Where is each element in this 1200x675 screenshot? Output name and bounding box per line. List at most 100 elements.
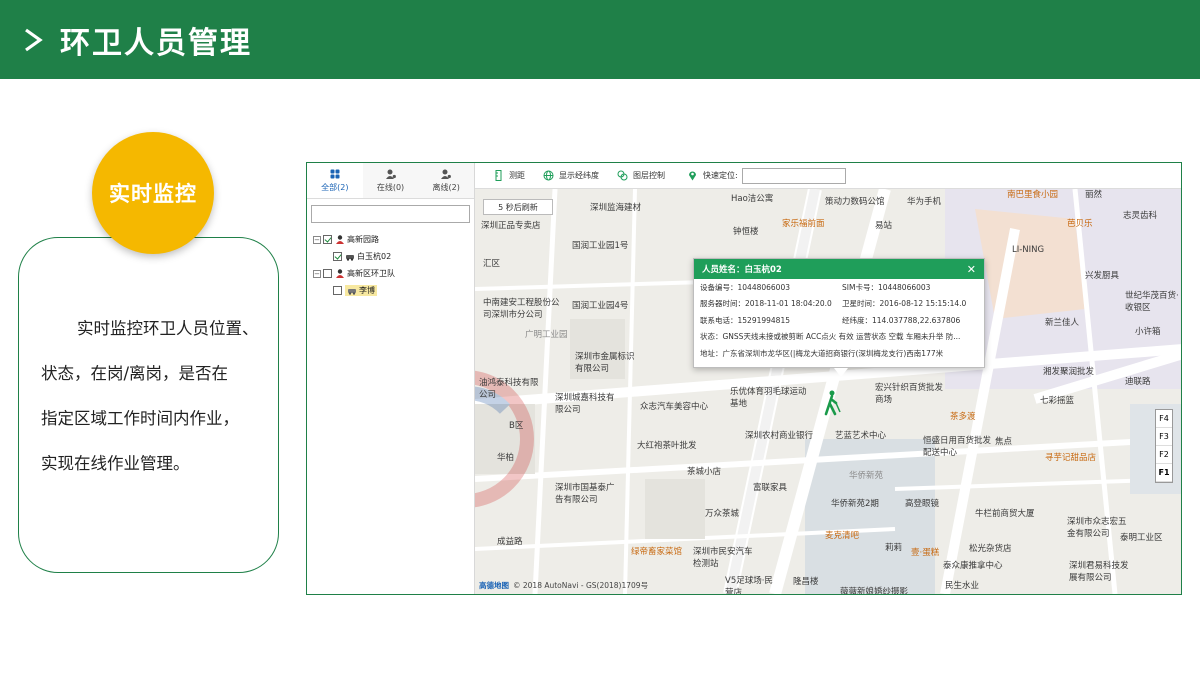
description-line: 状态，在岗/离岗，是否在 <box>41 364 229 383</box>
map-poi: 策动力数码公馆 <box>825 197 885 207</box>
map-poi: 牛栏前商贸大厦 <box>975 509 1035 519</box>
collapse-icon[interactable]: − <box>313 235 321 244</box>
popup-field: 设备编号：10448066003 <box>700 282 790 292</box>
personnel-tree-panel: 全部(2) 在线(0) 离线(2) − 高新园路 白玉杭02 − 高新区环卫队 … <box>307 163 475 594</box>
description-card: 实时监控环卫人员位置、 状态，在岗/离岗，是否在 指定区域工作时间内作业， 实现… <box>18 237 279 573</box>
floor-button[interactable]: F4 <box>1156 410 1172 428</box>
map-poi: 易站 <box>875 221 893 231</box>
map-poi: 深圳市民安汽车检测站 <box>693 547 753 569</box>
tree-checkbox[interactable] <box>333 286 342 295</box>
map-poi: 大红袍茶叶批发 <box>637 441 697 451</box>
popup-row: 设备编号：10448066003 SIM卡号：10448066003 <box>694 279 984 296</box>
tree-node[interactable]: 白玉杭02 <box>307 248 474 265</box>
tree-node-label: 高新区环卫队 <box>347 269 395 278</box>
chevron-right-icon <box>25 28 43 51</box>
page-title: 环卫人员管理 <box>60 25 252 61</box>
popup-row: 服务器时间：2018-11-01 18:04:20.0 卫星时间：2016-08… <box>694 296 984 313</box>
tab-all[interactable]: 全部(2) <box>307 163 363 198</box>
map-poi: 恒盛日用百货批发配送中心 <box>923 436 992 458</box>
tab-online[interactable]: 在线(0) <box>363 163 419 198</box>
map-poi: 深圳君易科技发展有限公司 <box>1069 561 1129 583</box>
tree-search-input[interactable] <box>311 205 470 223</box>
tree-checkbox[interactable] <box>333 252 342 261</box>
globe-icon <box>543 170 554 181</box>
latlng-label: 显示经纬度 <box>559 171 599 180</box>
tree-checkbox[interactable] <box>323 269 332 278</box>
map-view[interactable]: 5 秒后刷新 Hao洁公寓 策动力数码公馆 华为手机 南巴里食小园 丽然 深圳正… <box>475 189 1181 594</box>
popup-field: 地址：广东省深圳市龙华区(|梅龙大道招商银行(深圳梅龙支行)西南177米 <box>700 348 944 358</box>
map-poi: 丽然 <box>1085 190 1103 200</box>
map-poi: 隆昌楼 <box>793 577 819 587</box>
map-poi: 迪联路 <box>1125 377 1151 387</box>
map-poi: 华柏 <box>497 453 515 463</box>
tree-node[interactable]: 李博 <box>307 282 474 299</box>
map-poi: 汇区 <box>483 259 501 269</box>
tab-offline[interactable]: 离线(2) <box>418 163 474 198</box>
map-poi: 松光杂货店 <box>969 544 1012 554</box>
person-icon <box>336 269 344 278</box>
map-poi: 世纪华茂百货·收银区 <box>1125 291 1179 313</box>
measure-tool[interactable]: 测距 <box>493 170 525 181</box>
map-poi: 艺蓝艺术中心 <box>835 431 887 441</box>
map-poi: 家乐福前面 <box>782 219 825 229</box>
description-line: 指定区域工作时间内作业， <box>41 409 239 428</box>
description-line: 实时监控环卫人员位置、 <box>77 319 259 338</box>
amap-logo: 高德地图 <box>479 581 509 590</box>
layer-tool[interactable]: 图层控制 <box>617 170 665 181</box>
slide-header: 环卫人员管理 <box>0 0 1200 79</box>
popup-row: 联系电话：15291994815 经纬度：114.037788,22.63780… <box>694 312 984 329</box>
floor-button[interactable]: F1 <box>1156 464 1172 482</box>
tree-node[interactable]: − 高新区环卫队 <box>307 265 474 282</box>
status-tabs: 全部(2) 在线(0) 离线(2) <box>307 163 474 199</box>
quick-locate-input[interactable] <box>741 167 846 184</box>
map-copyright: 高德地图 © 2018 AutoNavi - GS(2018)1709号 <box>479 580 648 591</box>
map-poi: 湘发聚润批发 <box>1043 367 1095 377</box>
worker-marker-icon[interactable] <box>823 390 843 416</box>
map-poi: 七彩摇篮 <box>1040 396 1075 406</box>
description-text: 实时监控环卫人员位置、 状态，在岗/离岗，是否在 指定区域工作时间内作业， 实现… <box>41 306 271 486</box>
collapse-icon[interactable]: − <box>313 269 321 278</box>
map-toolbar: 测距 显示经纬度 图层控制 快速定位: <box>475 163 1181 189</box>
auto-refresh-button[interactable]: 5 秒后刷新 <box>483 199 553 215</box>
map-poi: 焦点 <box>995 437 1013 447</box>
map-poi: 油鸿泰科技有限公司 <box>479 378 539 400</box>
tree-node-label: 李博 <box>345 285 377 296</box>
map-poi: 深圳监海建材 <box>590 203 642 213</box>
popup-field: 联系电话：15291994815 <box>700 315 790 325</box>
floor-button[interactable]: F2 <box>1156 446 1172 464</box>
map-poi: 泰众康推拿中心 <box>943 561 1003 571</box>
measure-label: 测距 <box>509 171 525 180</box>
map-poi: 新兰佳人 <box>1045 318 1080 328</box>
map-poi: 国润工业园1号 <box>572 241 629 251</box>
tree-checkbox[interactable] <box>323 235 332 244</box>
vehicle-icon <box>346 255 354 261</box>
person-offline-icon <box>441 169 452 179</box>
map-poi: Hao洁公寓 <box>731 194 774 204</box>
map-poi: 中南建安工程股份公司深圳市分公司 <box>483 298 560 320</box>
tab-label: 全部(2) <box>321 182 349 192</box>
floor-button[interactable]: F3 <box>1156 428 1172 446</box>
map-poi: V5足球场·民营店 <box>725 576 773 594</box>
popup-title: 人员姓名：白玉杭02 <box>702 265 782 275</box>
popup-row: 地址：广东省深圳市龙华区(|梅龙大道招商银行(深圳梅龙支行)西南177米 <box>694 345 984 362</box>
close-icon[interactable]: ✕ <box>967 263 976 276</box>
map-poi: 深圳市金属标识有限公司 <box>575 352 635 374</box>
ruler-icon <box>495 170 502 181</box>
map-poi: 高登眼镜 <box>905 499 940 509</box>
person-online-icon <box>385 169 396 179</box>
map-poi: 众志汽车美容中心 <box>640 402 709 412</box>
tree-node[interactable]: − 高新园路 <box>307 231 474 248</box>
popup-field: 卫星时间：2016-08-12 15:15:14.0 <box>842 299 967 309</box>
latlng-tool[interactable]: 显示经纬度 <box>543 170 599 181</box>
map-poi: 南巴里食小园 <box>1007 190 1059 200</box>
popup-header: 人员姓名：白玉杭02 ✕ <box>694 259 984 279</box>
map-poi: 富联家具 <box>753 483 788 493</box>
map-poi: 绿帝畜家菜馆 <box>631 547 683 557</box>
map-poi: 国润工业园4号 <box>572 301 629 311</box>
map-poi: 寻芋记甜品店 <box>1045 453 1097 463</box>
map-poi: 薇薇新娘婚纱摄影 <box>840 587 909 594</box>
personnel-tree: − 高新园路 白玉杭02 − 高新区环卫队 李博 <box>307 231 474 299</box>
popup-field: 服务器时间：2018-11-01 18:04:20.0 <box>700 299 832 309</box>
map-poi: 深圳城嘉科技有限公司 <box>555 393 615 415</box>
popup-row: 状态：GNSS天线未接或被剪断 ACC点火 有效 运营状态 空载 车厢未升举 防… <box>694 329 984 346</box>
